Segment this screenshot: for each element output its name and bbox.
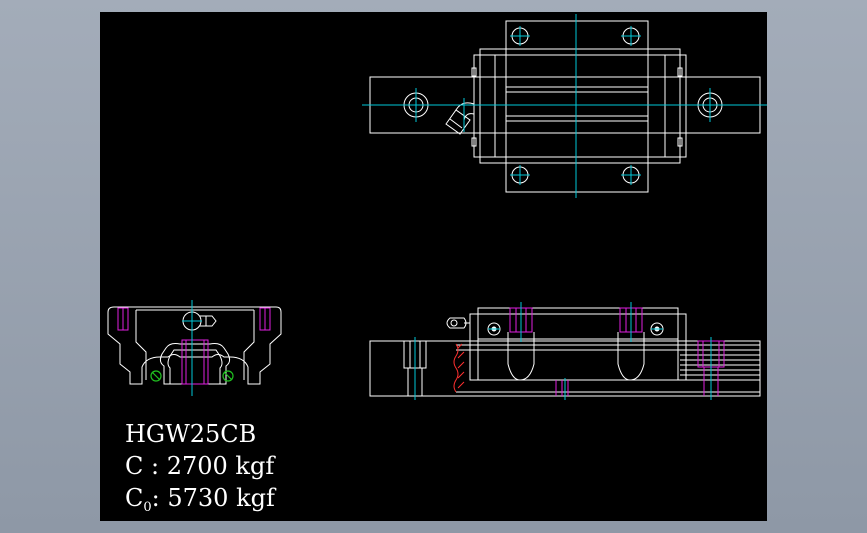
side-view-hidden: [509, 307, 725, 396]
model-label: HGW25CB: [125, 420, 257, 448]
end-view: [107, 306, 282, 385]
grease-nipple-icon: [445, 102, 475, 135]
top-view: [369, 20, 761, 193]
static-load-prefix: C: [125, 484, 144, 512]
static-load-label: C0: 5730 kgf: [125, 484, 275, 522]
side-view-section-hatch: [453, 343, 465, 393]
side-view-centerlines: [414, 302, 712, 400]
end-view-block-outline: [107, 306, 282, 385]
static-load-subscript: 0: [143, 500, 152, 515]
top-view-block-body: [479, 48, 681, 164]
side-view-grease-nipple: [446, 317, 470, 329]
top-view-block-top: [505, 20, 649, 193]
cad-viewport[interactable]: HGW25CB C : 2700 kgf C0: 5730 kgf: [100, 12, 767, 521]
dynamic-load-label: C : 2700 kgf: [125, 452, 275, 480]
end-view-hidden: [117, 307, 271, 385]
end-view-centerlines: [182, 300, 202, 396]
static-load-value: : 5730 kgf: [151, 484, 275, 512]
